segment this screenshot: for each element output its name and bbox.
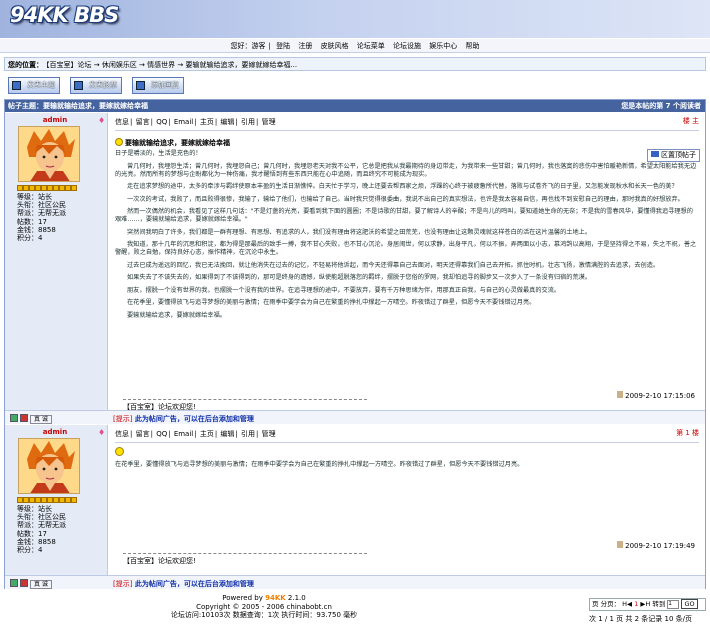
toolbar-info[interactable]: 信息: [115, 118, 129, 126]
post-footer: 真 诚 [提示] 此为帖间广告，可以在后台添加和管理: [5, 410, 705, 424]
ad-text[interactable]: [提示] 此为帖间广告，可以在后台添加和管理: [113, 414, 254, 424]
toolbar-homepage[interactable]: 主页: [200, 118, 214, 126]
user-info: admin ♦ 等级：站长 头衔：社区公民 帮派：无帮无派 帖数：17 金钱：8858 积…: [5, 425, 108, 575]
toolbar-quote[interactable]: 引用: [241, 118, 255, 126]
post-toolbar: 信息| 留言| QQ| Email| 主页| 编辑| 引用| 管理: [115, 430, 276, 438]
toolbar-manage[interactable]: 管理: [262, 430, 276, 438]
stats-line: 论坛访问:10103次 数据查询：1次 执行时间：93.750 毫秒: [170, 611, 358, 619]
nav-help[interactable]: 帮助: [466, 42, 480, 50]
gem-icon: ♦: [98, 428, 106, 437]
nav-login[interactable]: 登陆: [276, 42, 290, 50]
profile-icon[interactable]: [10, 414, 18, 422]
profile-icon[interactable]: [10, 579, 18, 587]
new-poll-button[interactable]: 发表投票: [70, 77, 122, 94]
reply-button[interactable]: 添加回复: [132, 77, 184, 94]
toolbar-manage[interactable]: 管理: [262, 118, 276, 126]
post-date: 2009-2-10 17:19:49: [617, 541, 695, 550]
user-stats: 等级：站长 头衔：社区公民 帮派：无帮无派 帖数：17 金钱：8858 积分：4: [17, 193, 66, 243]
post-1: admin ♦ 等级：站长 头衔：社区公民 帮派：无帮无派 帖数：17 金钱：8858 积…: [5, 113, 705, 411]
rank-stars: [17, 185, 77, 191]
thread-header: 帖子主题：要输就输给追求，要嫁就嫁给幸福 您是本帖的第 7 个阅读者: [5, 100, 705, 112]
breadcrumb-label: 您的位置：: [8, 61, 43, 69]
gem-icon: ♦: [98, 116, 106, 125]
toolbar-email[interactable]: Email: [174, 430, 193, 438]
site-footer: Powered by 94KK 2.1.0 Copyright © 2005 -…: [4, 594, 524, 620]
view-count: 您是本帖的第 7 个阅读者: [621, 102, 701, 110]
toolbar-edit[interactable]: 编辑: [220, 430, 234, 438]
post-content: 信息| 留言| QQ| Email| 主页| 编辑| 引用| 管理 楼 主 要输…: [109, 113, 705, 411]
last-page-button[interactable]: ▶H: [640, 600, 650, 608]
post-footer-icons: 真 诚: [10, 414, 52, 424]
nav-facilities[interactable]: 论坛设施: [393, 42, 421, 50]
toolbar-email[interactable]: Email: [174, 118, 193, 126]
post-content: 信息| 留言| QQ| Email| 主页| 编辑| 引用| 管理 第 1 楼 …: [109, 425, 705, 575]
post-date: 2009-2-10 17:15:06: [617, 391, 695, 400]
poll-icon: [74, 81, 83, 90]
post-title: 要输就输给追求，要嫁就嫁给幸福: [115, 138, 230, 148]
avatar: [18, 438, 80, 494]
edit-icon: [617, 541, 624, 548]
signature: 【百宝室】论坛欢迎您!: [123, 553, 367, 566]
user-stats: 等级：站长 头衔：社区公民 帮派：无帮无派 帖数：17 金钱：8858 积分：4: [17, 505, 66, 555]
report-icon[interactable]: [20, 579, 28, 587]
username[interactable]: admin: [5, 116, 105, 124]
post-toolbar: 信息| 留言| QQ| Email| 主页| 编辑| 引用| 管理: [115, 118, 276, 126]
post-footer-icons: 真 诚: [10, 579, 52, 589]
toolbar-quote[interactable]: 引用: [241, 430, 255, 438]
toolbar-message[interactable]: 留言: [136, 118, 150, 126]
nav-greeting: 您好：游客: [230, 42, 266, 50]
site-logo[interactable]: 94KK BBS: [4, 0, 134, 35]
post-icon: [12, 81, 21, 90]
thread-title: 帖子主题：要输就输给追求，要嫁就嫁给幸福: [8, 102, 148, 110]
powered-by: Powered by 94KK 2.1.0: [222, 594, 306, 602]
header-banner: 94KK BBS: [0, 0, 710, 38]
copyright: Copyright © 2005 - 2006 chinabobt.cn: [196, 602, 332, 611]
current-page: 1: [634, 600, 639, 608]
ad-text[interactable]: [提示] 此为帖间广告，可以在后台添加和管理: [113, 579, 254, 589]
user-info: admin ♦ 等级：站长 头衔：社区公民 帮派：无帮无派 帖数：17 金钱：8858 积…: [5, 113, 108, 410]
smile-icon: [115, 138, 123, 146]
nav-skin[interactable]: 皮肤风格: [321, 42, 349, 50]
page-info: 次 1 / 1 页 共 2 条记录 10 条/页: [589, 615, 693, 623]
floor-label: 楼 主: [682, 117, 699, 125]
pagination: 页 分页： H◀ 1 ▶H 转到 GO: [589, 598, 706, 611]
post-footer: 真 诚 [提示] 此为帖间广告，可以在后台添加和管理: [5, 575, 705, 589]
honest-badge: 真 诚: [30, 580, 52, 589]
nav-entertainment[interactable]: 娱乐中心: [429, 42, 457, 50]
new-topic-button[interactable]: 发表主题: [8, 77, 60, 94]
rank-stars: [17, 497, 77, 503]
go-button[interactable]: GO: [681, 599, 698, 609]
toolbar-qq[interactable]: QQ: [156, 430, 167, 438]
username[interactable]: admin: [5, 428, 105, 436]
post-body: 日子是嚼淡的，生活是充色的！ 曾几何时，我埋怨生活；曾几何时，我埋怨自己；曾几何…: [115, 150, 697, 319]
toolbar-message[interactable]: 留言: [136, 430, 150, 438]
honest-badge: 真 诚: [30, 415, 52, 424]
toolbar-homepage[interactable]: 主页: [200, 430, 214, 438]
divider: [115, 442, 699, 443]
post-2: admin ♦ 等级：站长 头衔：社区公民 帮派：无帮无派 帖数：17 金钱：8858 积…: [5, 425, 705, 575]
divider: [115, 130, 699, 131]
thread-table: 帖子主题：要输就输给追求，要嫁就嫁给幸福 您是本帖的第 7 个阅读者 admin…: [4, 99, 706, 589]
page-input[interactable]: [667, 599, 680, 609]
floor-label: 第 1 楼: [676, 429, 699, 437]
breadcrumb-path[interactable]: 【百宝室】论坛 → 休闲娱乐区 → 情感世界 → 要输就输给追求，要嫁就嫁给幸福…: [46, 61, 297, 69]
logo-text: 94KK BBS: [10, 3, 119, 27]
nav-menu[interactable]: 论坛菜单: [357, 42, 385, 50]
post-body: 在花季里，要懂得放飞与追寻梦想的美丽与激情；在雨季中要学会为自己在繁重的挣扎中撑…: [115, 461, 524, 468]
toolbar-info[interactable]: 信息: [115, 430, 129, 438]
nav-register[interactable]: 注册: [298, 42, 312, 50]
report-icon[interactable]: [20, 414, 28, 422]
toolbar-edit[interactable]: 编辑: [220, 118, 234, 126]
reply-icon: [136, 81, 145, 90]
toolbar-qq[interactable]: QQ: [156, 118, 167, 126]
breadcrumb: 您的位置： 【百宝室】论坛 → 休闲娱乐区 → 情感世界 → 要输就输给追求，要嫁…: [4, 57, 706, 71]
avatar: [18, 126, 80, 182]
top-nav: 您好：游客 | 登陆 注册 皮肤风格 论坛菜单 论坛设施 娱乐中心 帮助: [0, 39, 710, 53]
edit-icon: [617, 391, 624, 398]
first-page-button[interactable]: H◀: [622, 600, 632, 608]
arrow-icon: [115, 447, 124, 456]
